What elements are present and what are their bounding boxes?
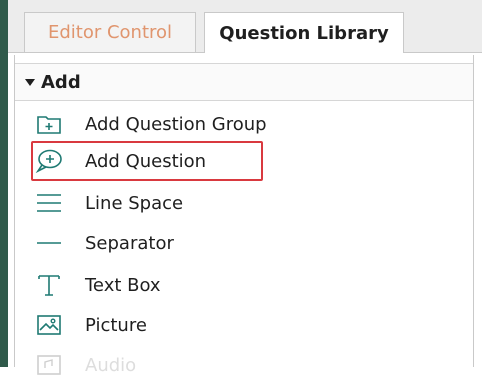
line-space-icon [35,189,63,217]
item-label: Separator [85,232,174,254]
question-library-panel: Add Add Question Group Add Question Line… [14,55,474,376]
tab-editor-control[interactable]: Editor Control [24,12,196,52]
add-question-item[interactable]: Add Question [15,141,473,181]
item-label: Add Question [85,150,207,172]
item-label: Picture [85,314,147,336]
item-label: Add Question Group [85,113,267,135]
audio-item[interactable]: Audio [15,345,473,385]
speech-bubble-plus-icon [35,147,63,175]
line-space-item[interactable]: Line Space [15,183,473,223]
item-label: Line Space [85,192,184,214]
text-box-item[interactable]: Text Box [15,265,473,305]
audio-icon [35,351,63,379]
separator-item[interactable]: Separator [15,223,473,263]
folder-plus-icon [35,110,63,138]
tab-bar: Editor Control Question Library [8,0,482,53]
item-label: Audio [85,354,137,376]
separator-icon [35,229,63,257]
picture-item[interactable]: Picture [15,305,473,345]
tab-question-library[interactable]: Question Library [204,12,404,53]
section-title: Add [41,71,81,93]
add-section-header[interactable]: Add [15,63,473,101]
picture-icon [35,311,63,339]
item-label: Text Box [85,274,161,296]
text-box-icon [35,271,63,299]
window-edge-bar [0,0,8,367]
collapse-caret-icon [25,78,35,86]
add-question-group-item[interactable]: Add Question Group [15,104,473,144]
